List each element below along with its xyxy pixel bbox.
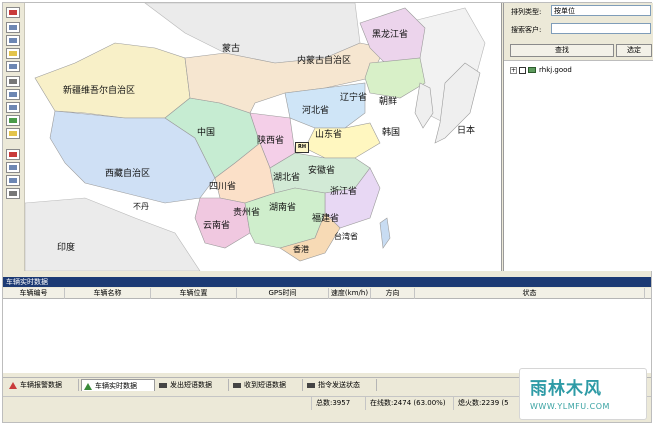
alarm-icon xyxy=(9,381,17,389)
zoom-in-icon[interactable] xyxy=(6,22,20,33)
search-button[interactable]: 查找 xyxy=(510,44,614,57)
map-label-mongolia: 蒙古 xyxy=(222,44,241,54)
refresh-map-icon[interactable] xyxy=(6,115,20,126)
sort-type-select[interactable]: 按单位 xyxy=(551,5,651,16)
search-form: 排列类型: 按单位 搜索客户: 查找 选定 xyxy=(504,3,653,61)
command-icon xyxy=(307,381,315,388)
tab-label: 车辆实时数据 xyxy=(95,382,137,390)
map-label-south-korea: 韩国 xyxy=(382,128,401,138)
group-icon xyxy=(528,67,536,73)
col-direction[interactable]: 方向 xyxy=(371,288,415,299)
status-total: 总数:3957 xyxy=(311,397,363,410)
tab-label: 车辆报警数据 xyxy=(20,381,62,389)
tab-realtime-data[interactable]: 车辆实时数据 xyxy=(81,379,155,391)
tab-label: 发出短语数据 xyxy=(170,381,212,389)
map-label-shandong: 山东省 xyxy=(315,130,343,140)
map-label-guizhou: 贵州省 xyxy=(233,208,261,218)
vehicle-search-panel: 排列类型: 按单位 搜索客户: 查找 选定 + rhkj.good xyxy=(503,3,653,271)
map-label-hebei: 河北省 xyxy=(302,106,330,116)
map-label-liaoning: 辽宁省 xyxy=(340,93,368,103)
map-toolbar xyxy=(3,3,25,271)
map-label-tibet: 西藏自治区 xyxy=(105,169,151,179)
map-label-hong-kong: 香港 xyxy=(293,245,309,254)
search-map-icon[interactable] xyxy=(6,175,20,186)
watermark-logo: 雨林木风 WWW.YLMFU.COM xyxy=(519,368,647,420)
select-button[interactable]: 选定 xyxy=(616,44,652,57)
map-label-heilongjiang: 黑龙江省 xyxy=(372,30,409,40)
map-label-fujian: 福建省 xyxy=(312,214,340,224)
table-body[interactable] xyxy=(3,299,651,373)
clear-icon[interactable] xyxy=(6,149,20,160)
map-label-taiwan: 台湾省 xyxy=(334,232,358,241)
expand-icon[interactable]: + xyxy=(510,66,517,74)
col-vehicle-location[interactable]: 车辆位置 xyxy=(151,288,237,299)
map-label-sichuan: 四川省 xyxy=(209,182,237,192)
print-icon[interactable] xyxy=(6,188,20,199)
tab-label: 收到短语数据 xyxy=(244,381,286,389)
map-label-inner-mongolia: 内蒙古自治区 xyxy=(297,56,352,66)
measure-icon[interactable] xyxy=(6,89,20,100)
col-status[interactable]: 状态 xyxy=(415,288,645,299)
map-label-shaanxi: 陕西省 xyxy=(257,136,285,146)
tab-sent-messages[interactable]: 发出短语数据 xyxy=(157,379,229,391)
pan-tool-icon[interactable] xyxy=(6,48,20,59)
col-vehicle-name[interactable]: 车辆名称 xyxy=(65,288,151,299)
map-label-japan: 日本 xyxy=(457,126,476,136)
search-customer-label: 搜索客户: xyxy=(511,26,542,34)
pointer-tool-icon[interactable] xyxy=(6,7,20,18)
sort-type-label: 排列类型: xyxy=(511,8,542,16)
tree-item-label[interactable]: rhkj.good xyxy=(539,66,572,74)
table-header: 车辆编号 车辆名称 车辆位置 GPS时间 速度(km/h) 方向 状态 xyxy=(3,288,651,299)
select-area-icon[interactable] xyxy=(6,102,20,113)
map-label-zhejiang: 浙江省 xyxy=(330,187,358,197)
layer-icon[interactable] xyxy=(6,76,20,87)
zoom-out-icon[interactable] xyxy=(6,35,20,46)
vehicle-icon xyxy=(84,382,92,390)
col-vehicle-id[interactable]: 车辆编号 xyxy=(3,288,65,299)
map-label-bhutan: 不丹 xyxy=(133,202,149,211)
map-view[interactable]: 蒙古 黑龙江省 内蒙古自治区 新疆维吾尔自治区 辽宁省 河北省 朝鲜 中国 陕西… xyxy=(25,3,502,271)
search-customer-input[interactable] xyxy=(551,23,651,34)
map-label-hubei: 湖北省 xyxy=(273,173,301,183)
tab-received-messages[interactable]: 收到短语数据 xyxy=(231,379,303,391)
status-engine-off: 熄火数:2239 (5 xyxy=(453,397,523,410)
customer-tree: + rhkj.good xyxy=(510,66,572,74)
map-label-anhui: 安徽省 xyxy=(308,166,336,176)
col-speed[interactable]: 速度(km/h) xyxy=(329,288,371,299)
map-label-qinghai: 中国 xyxy=(197,128,216,138)
status-online: 在线数:2474 (63.00%) xyxy=(365,397,451,410)
message-out-icon xyxy=(159,381,167,388)
label-icon[interactable] xyxy=(6,128,20,139)
map-label-india: 印度 xyxy=(57,243,76,253)
message-in-icon xyxy=(233,381,241,388)
realtime-data-title: 车辆实时数据 xyxy=(3,277,651,287)
col-gps-time[interactable]: GPS时间 xyxy=(237,288,329,299)
track-icon[interactable] xyxy=(6,162,20,173)
tab-alarm-data[interactable]: 车辆报警数据 xyxy=(7,379,79,391)
tab-label: 指令发送状态 xyxy=(318,381,360,389)
map-label-xinjiang: 新疆维吾尔自治区 xyxy=(63,86,136,96)
watermark-url: WWW.YLMFU.COM xyxy=(530,402,610,411)
map-label-north-korea: 朝鲜 xyxy=(379,97,398,107)
map-label-yunnan: 云南省 xyxy=(203,221,231,231)
vehicle-marker[interactable]: RH xyxy=(295,142,309,153)
tab-command-status[interactable]: 指令发送状态 xyxy=(305,379,377,391)
map-label-hunan: 湖南省 xyxy=(269,203,297,213)
watermark-title: 雨林木风 xyxy=(530,379,602,399)
full-extent-icon[interactable] xyxy=(6,61,20,72)
tree-checkbox[interactable] xyxy=(519,66,526,74)
